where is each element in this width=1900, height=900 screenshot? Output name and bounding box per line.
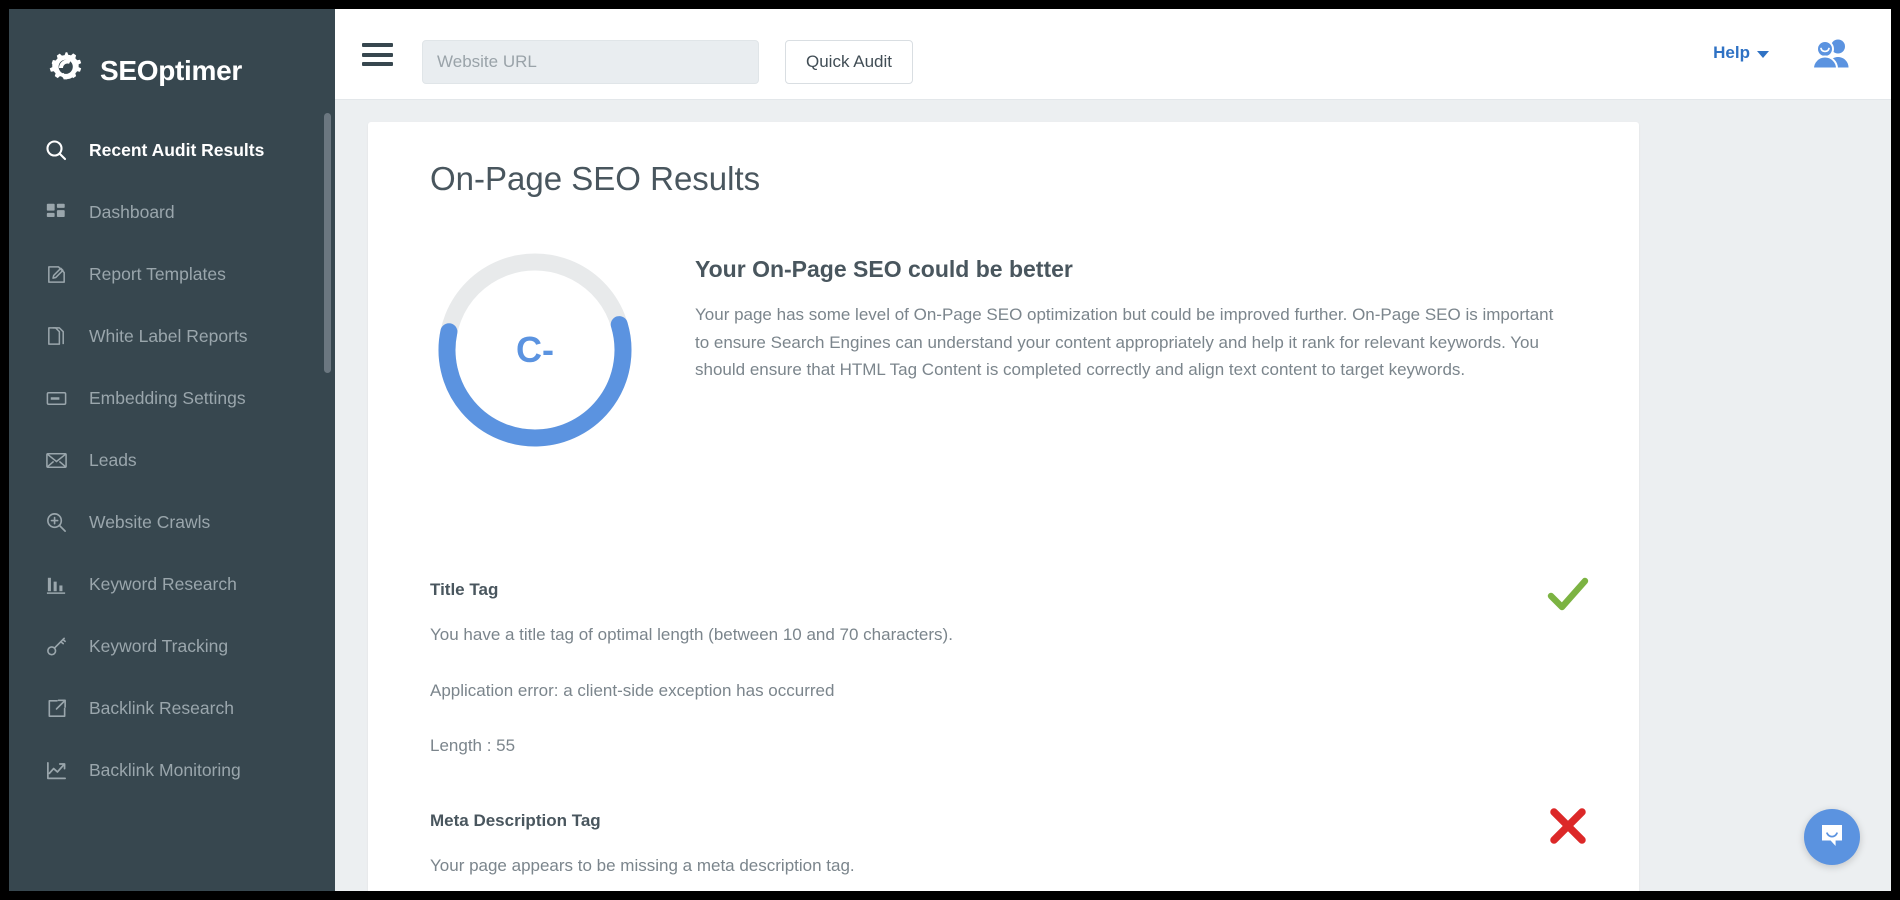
score-heading: Your On-Page SEO could be better xyxy=(695,256,1554,283)
sidebar-item-label: Recent Audit Results xyxy=(89,140,264,161)
chat-bubble-smile-icon xyxy=(1818,821,1846,854)
sidebar-item-website-crawls[interactable]: Website Crawls xyxy=(9,491,335,553)
gear-swirl-logo-icon xyxy=(47,50,89,92)
sidebar-item-embedding-settings[interactable]: Embedding Settings xyxy=(9,367,335,429)
external-link-icon xyxy=(43,695,69,721)
sidebar-item-label: Website Crawls xyxy=(89,512,210,533)
check-line: Application error: a client-side excepti… xyxy=(430,678,1560,704)
score-description: Your On-Page SEO could be better Your pa… xyxy=(639,246,1554,384)
grid-dashboard-icon xyxy=(43,199,69,225)
sidebar-item-label: White Label Reports xyxy=(89,326,248,347)
sidebar-item-label: Embedding Settings xyxy=(89,388,246,409)
help-label: Help xyxy=(1713,43,1750,63)
cross-mark-icon xyxy=(1545,803,1591,849)
check-section-title-tag: Title Tag You have a title tag of optima… xyxy=(368,580,1639,759)
seo-score-gauge: C- xyxy=(431,246,639,454)
sidebar-item-keyword-research[interactable]: Keyword Research xyxy=(9,553,335,615)
key-icon xyxy=(43,633,69,659)
check-title: Title Tag xyxy=(430,580,1639,600)
search-input[interactable] xyxy=(422,40,759,84)
brand-name: SEOptimer xyxy=(100,55,242,87)
sidebar-item-dashboard[interactable]: Dashboard xyxy=(9,181,335,243)
check-mark-icon xyxy=(1545,572,1591,618)
bar-chart-icon xyxy=(43,571,69,597)
envelope-icon xyxy=(43,447,69,473)
score-summary: C- Your On-Page SEO could be better Your… xyxy=(368,198,1639,454)
app-window: SEOptimer Recent Audit Results xyxy=(9,9,1891,891)
score-grade: C- xyxy=(431,246,639,454)
page-title: On-Page SEO Results xyxy=(368,122,1639,198)
quick-audit-button[interactable]: Quick Audit xyxy=(785,40,913,84)
documents-copy-icon xyxy=(43,323,69,349)
sidebar-item-report-templates[interactable]: Report Templates xyxy=(9,243,335,305)
help-dropdown[interactable]: Help xyxy=(1713,43,1769,63)
users-group-icon[interactable] xyxy=(1811,37,1851,71)
pencil-edit-icon xyxy=(43,261,69,287)
brand-logo[interactable]: SEOptimer xyxy=(9,9,335,105)
sidebar-item-backlink-monitoring[interactable]: Backlink Monitoring xyxy=(9,739,335,801)
embed-window-icon xyxy=(43,385,69,411)
sidebar-scrollbar[interactable] xyxy=(324,113,331,373)
sidebar-item-keyword-tracking[interactable]: Keyword Tracking xyxy=(9,615,335,677)
check-line: Length : 55 xyxy=(430,733,1560,759)
intercom-chat-launcher[interactable] xyxy=(1804,809,1860,865)
hamburger-menu-icon[interactable] xyxy=(362,43,393,66)
caret-down-icon xyxy=(1757,51,1769,58)
sidebar-item-white-label-reports[interactable]: White Label Reports xyxy=(9,305,335,367)
sidebar-item-label: Backlink Research xyxy=(89,698,234,719)
check-line: You have a title tag of optimal length (… xyxy=(430,622,1560,648)
sidebar-item-leads[interactable]: Leads xyxy=(9,429,335,491)
sidebar-item-label: Backlink Monitoring xyxy=(89,760,241,781)
sidebar-item-label: Report Templates xyxy=(89,264,226,285)
top-header: Quick Audit Help xyxy=(335,9,1891,100)
check-section-meta-description: Meta Description Tag Your page appears t… xyxy=(368,811,1639,892)
sidebar-nav: Recent Audit Results Dashboard xyxy=(9,119,335,801)
score-body: Your page has some level of On-Page SEO … xyxy=(695,301,1554,384)
sidebar: SEOptimer Recent Audit Results xyxy=(9,9,335,891)
search-plus-icon xyxy=(43,509,69,535)
sidebar-item-label: Dashboard xyxy=(89,202,175,223)
sidebar-item-label: Keyword Tracking xyxy=(89,636,228,657)
sidebar-item-recent-audit-results[interactable]: Recent Audit Results xyxy=(9,119,335,181)
sidebar-item-backlink-research[interactable]: Backlink Research xyxy=(9,677,335,739)
sidebar-item-label: Keyword Research xyxy=(89,574,237,595)
main-content: On-Page SEO Results C- Your On-Page SEO … xyxy=(335,100,1891,891)
results-card: On-Page SEO Results C- Your On-Page SEO … xyxy=(368,122,1639,891)
check-line: Your page appears to be missing a meta d… xyxy=(430,853,1560,879)
trend-line-chart-icon xyxy=(43,757,69,783)
check-title: Meta Description Tag xyxy=(430,811,1639,831)
search-icon xyxy=(43,137,69,163)
sidebar-item-label: Leads xyxy=(89,450,137,471)
